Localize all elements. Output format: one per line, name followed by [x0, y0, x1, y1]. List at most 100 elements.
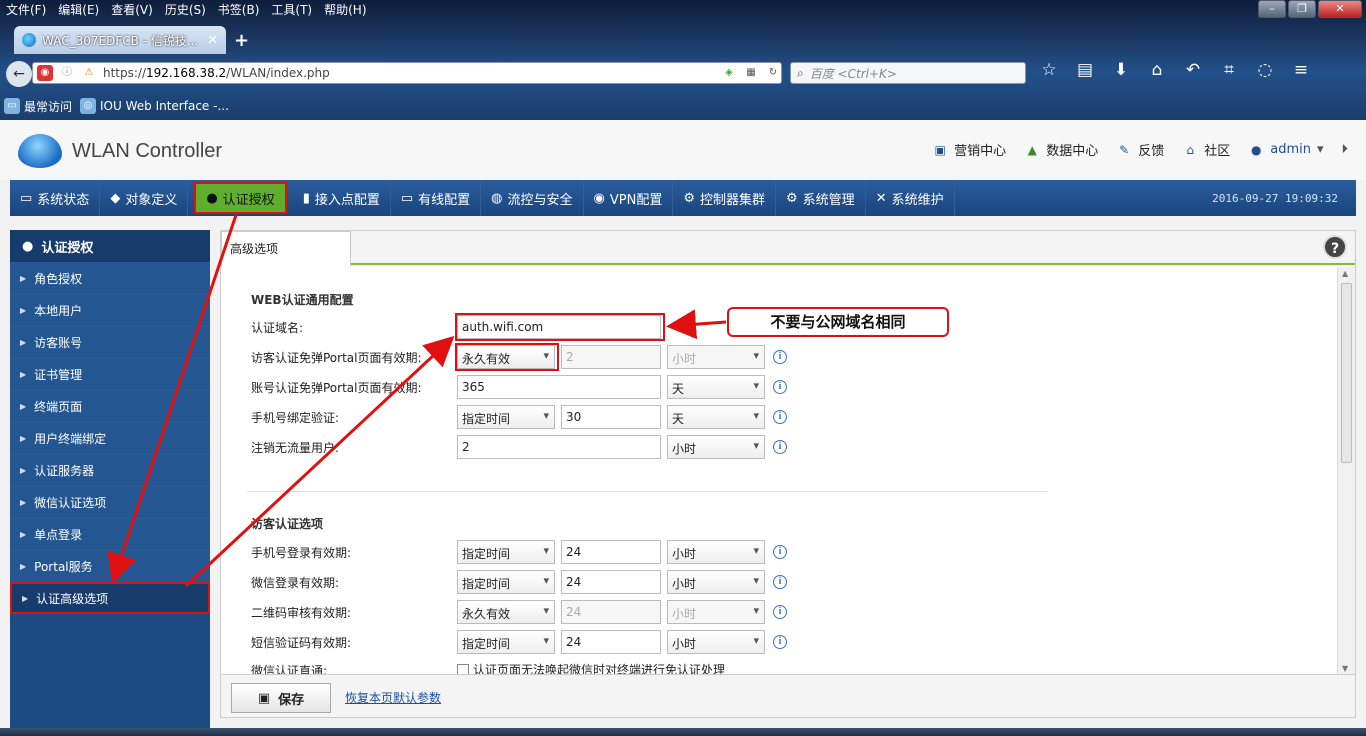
info-icon[interactable]: ⓘ	[59, 65, 75, 81]
menu-view[interactable]: 查看(V)	[105, 0, 159, 20]
nav-wired-config[interactable]: ▭ 有线配置	[391, 180, 482, 216]
nav-auth[interactable]: ● 认证授权	[194, 182, 287, 214]
nav-ap-config[interactable]: ▮ 接入点配置	[293, 180, 391, 216]
phone-binding-unit-select[interactable]: 天	[667, 405, 765, 429]
logo[interactable]: WLAN Controller	[18, 134, 222, 168]
nav-cluster[interactable]: ⚙ 控制器集群	[673, 180, 777, 216]
url-text[interactable]: https://192.168.38.2/WLAN/index.php	[103, 66, 715, 80]
account-portal-unit-select[interactable]: 天	[667, 375, 765, 399]
sidebar-item-sso[interactable]: ▶ 单点登录	[10, 518, 210, 550]
nav-vpn[interactable]: ◉ VPN配置	[584, 180, 674, 216]
menu-help[interactable]: 帮助(H)	[318, 0, 372, 20]
sms-unit-select[interactable]: 小时	[667, 630, 765, 654]
info-icon[interactable]: i	[773, 635, 787, 649]
sidebar-item-user-binding[interactable]: ▶ 用户终端绑定	[10, 422, 210, 454]
save-button[interactable]: ▣ 保存	[231, 683, 331, 713]
app-header: WLAN Controller ▣ 营销中心 ▲ 数据中心 ✎ 反馈 ⌂ 社区 ● adm…	[0, 120, 1366, 180]
home-icon[interactable]: ⌂	[1144, 60, 1170, 80]
sidebar-item-auth-server[interactable]: ▶ 认证服务器	[10, 454, 210, 486]
info-icon[interactable]: i	[773, 605, 787, 619]
label-phone-binding: 手机号绑定验证:	[251, 411, 340, 425]
marketing-center-link[interactable]: ▣ 营销中心	[932, 140, 1007, 160]
restore-defaults-link[interactable]: 恢复本页默认参数	[345, 689, 441, 706]
sync-icon[interactable]: ◌	[1252, 60, 1278, 80]
close-window-button[interactable]: ✕	[1318, 0, 1362, 18]
info-icon[interactable]: i	[773, 380, 787, 394]
browser-tab[interactable]: WAC_307EDFCB - 信锐技... ✕	[14, 26, 226, 54]
info-icon[interactable]: i	[773, 440, 787, 454]
new-tab-button[interactable]: +	[234, 30, 249, 51]
data-center-link[interactable]: ▲ 数据中心	[1024, 140, 1099, 160]
wechat-login-num-input[interactable]: 24	[561, 570, 661, 594]
scroll-down-icon[interactable]: ▼	[1342, 664, 1348, 673]
phone-binding-num-input[interactable]: 30	[561, 405, 661, 429]
help-icon[interactable]: ?	[1323, 235, 1347, 259]
nav-system-status[interactable]: ▭ 系统状态	[10, 180, 101, 216]
phone-login-num-input[interactable]: 24	[561, 540, 661, 564]
account-portal-num-input[interactable]: 365	[457, 375, 661, 399]
phone-binding-mode-select[interactable]: 指定时间	[457, 405, 555, 429]
menu-edit[interactable]: 编辑(E)	[52, 0, 105, 20]
info-icon[interactable]: i	[773, 545, 787, 559]
sidebar-item-terminal-page[interactable]: ▶ 终端页面	[10, 390, 210, 422]
lock-warning-icon[interactable]: ⚠	[81, 65, 97, 81]
guest-portal-num-input[interactable]: 2	[561, 345, 661, 369]
phone-login-unit-select[interactable]: 小时	[667, 540, 765, 564]
undo-icon[interactable]: ↶	[1180, 60, 1206, 80]
sidebar-item-cert[interactable]: ▶ 证书管理	[10, 358, 210, 390]
wechat-login-mode-select[interactable]: 指定时间	[457, 570, 555, 594]
qr-mode-select[interactable]: 永久有效	[457, 600, 555, 624]
qr-num-input[interactable]: 24	[561, 600, 661, 624]
bookmark-most-visited[interactable]: ▭ 最常访问	[4, 98, 72, 115]
guest-portal-unit-select[interactable]: 小时	[667, 345, 765, 369]
nav-object-definition[interactable]: ◆ 对象定义	[100, 180, 189, 216]
close-tab-icon[interactable]: ✕	[207, 33, 218, 48]
sidebar-item-portal[interactable]: ▶ Portal服务	[10, 550, 210, 582]
nav-flow-security[interactable]: ◍ 流控与安全	[481, 180, 584, 216]
feedback-link[interactable]: ✎ 反馈	[1116, 140, 1164, 160]
shield-icon[interactable]: ◈	[721, 65, 737, 81]
maximize-button[interactable]: ❐	[1288, 0, 1316, 18]
sidebar-item-advanced[interactable]: ▶ 认证高级选项	[10, 582, 210, 614]
qr-unit-select[interactable]: 小时	[667, 600, 765, 624]
community-link[interactable]: ⌂ 社区	[1182, 140, 1230, 160]
reading-list-icon[interactable]: ▤	[1072, 60, 1098, 80]
addon-icon[interactable]: ◉	[37, 65, 53, 81]
wechat-login-unit-select[interactable]: 小时	[667, 570, 765, 594]
sidebar-item-wechat[interactable]: ▶ 微信认证选项	[10, 486, 210, 518]
menu-icon[interactable]: ≡	[1288, 60, 1314, 80]
scroll-thumb[interactable]	[1341, 283, 1352, 463]
info-icon[interactable]: i	[773, 575, 787, 589]
bookmark-star-icon[interactable]: ☆	[1036, 60, 1062, 80]
scroll-up-icon[interactable]: ▲	[1342, 269, 1348, 278]
info-icon[interactable]: i	[773, 410, 787, 424]
menu-file[interactable]: 文件(F)	[0, 0, 52, 20]
sms-num-input[interactable]: 24	[561, 630, 661, 654]
tab-advanced-options[interactable]: 高级选项	[221, 231, 351, 267]
back-button[interactable]: ←	[6, 61, 32, 87]
info-icon[interactable]: i	[773, 350, 787, 364]
menu-history[interactable]: 历史(S)	[159, 0, 212, 20]
admin-menu[interactable]: ● admin ▾	[1248, 142, 1324, 158]
scrollbar[interactable]: ▲ ▼	[1337, 267, 1355, 675]
sidebar-item-role[interactable]: ▶ 角色授权	[10, 262, 210, 294]
collapse-icon[interactable]: ⏵	[1342, 142, 1349, 157]
download-icon[interactable]: ⬇	[1108, 60, 1134, 80]
logout-idle-unit-select[interactable]: 小时	[667, 435, 765, 459]
sidebar-item-guest-account[interactable]: ▶ 访客账号	[10, 326, 210, 358]
crop-icon[interactable]: ⌗	[1216, 60, 1242, 80]
search-box[interactable]: ⌕ 百度 <Ctrl+K>	[790, 62, 1026, 84]
minimize-button[interactable]: –	[1258, 0, 1286, 18]
sms-mode-select[interactable]: 指定时间	[457, 630, 555, 654]
bookmark-iou[interactable]: ◎ IOU Web Interface -...	[80, 98, 229, 114]
sidebar-item-local-user[interactable]: ▶ 本地用户	[10, 294, 210, 326]
menu-bookmarks[interactable]: 书签(B)	[212, 0, 266, 20]
reload-icon[interactable]: ↻	[765, 65, 781, 81]
menu-tools[interactable]: 工具(T)	[265, 0, 318, 20]
url-bar[interactable]: ◉ ⓘ ⚠ https://192.168.38.2/WLAN/index.ph…	[32, 62, 782, 84]
logout-idle-num-input[interactable]: 2	[457, 435, 661, 459]
nav-maintenance[interactable]: ✕ 系统维护	[866, 180, 955, 216]
phone-login-mode-select[interactable]: 指定时间	[457, 540, 555, 564]
qr-code-icon[interactable]: ▦	[743, 65, 759, 81]
nav-system-admin[interactable]: ⚙ 系统管理	[776, 180, 866, 216]
